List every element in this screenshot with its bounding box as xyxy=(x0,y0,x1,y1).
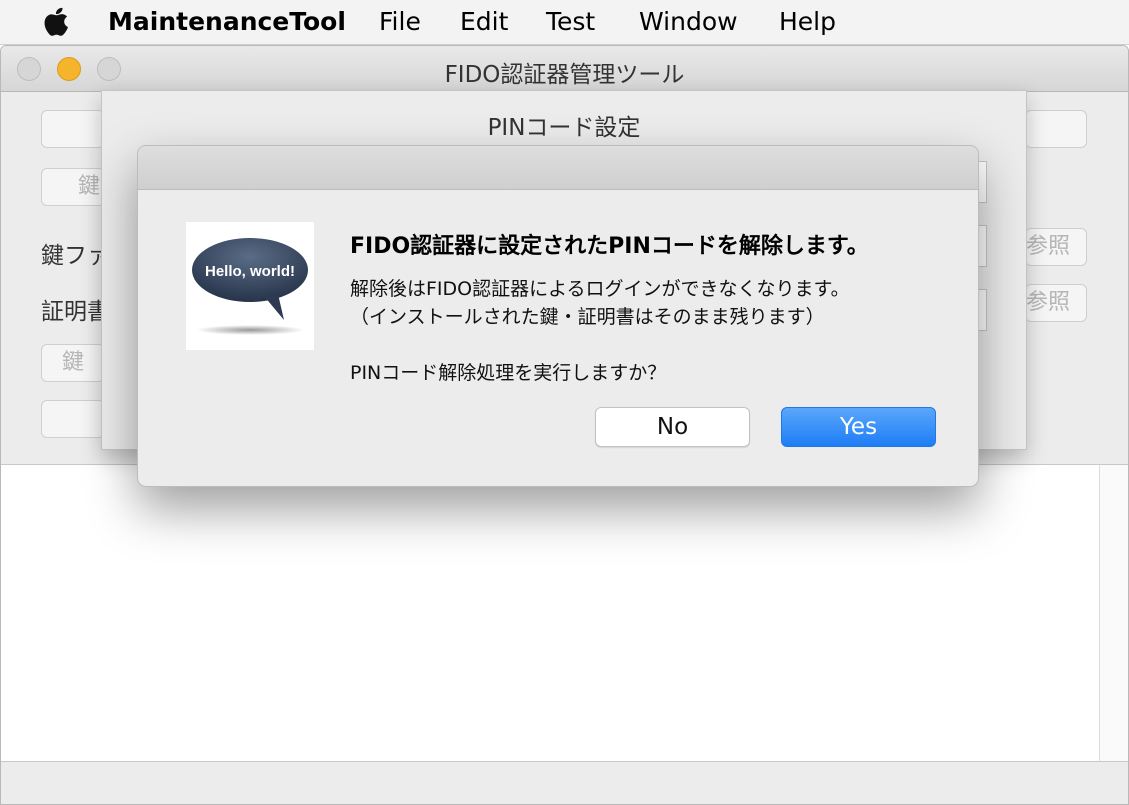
log-text-area[interactable] xyxy=(1,464,1099,762)
alert-heading: FIDO認証器に設定されたPINコードを解除します。 xyxy=(350,234,869,259)
menu-bar: MaintenanceTool File Edit Test Window He… xyxy=(0,0,1129,45)
alert-message-line-2: （インストールされた鍵・証明書はそのまま残ります） xyxy=(350,306,825,328)
menu-window[interactable]: Window xyxy=(639,6,738,38)
background-button-1[interactable] xyxy=(41,110,105,148)
menu-edit[interactable]: Edit xyxy=(460,6,508,38)
bubble-text: Hello, world! xyxy=(205,263,295,280)
menu-file[interactable]: File xyxy=(379,6,421,38)
alert-message-line-1: 解除後はFIDO認証器によるログインができなくなります。 xyxy=(350,278,850,300)
background-key-button-2-label: 鍵 xyxy=(61,350,84,375)
sheet-title: PINコード設定 xyxy=(487,115,641,141)
hello-world-bubble-icon: Hello, world! xyxy=(186,222,314,350)
alert-question: PINコード解除処理を実行しますか？ xyxy=(350,362,667,384)
browse-cert-button-label: 参照 xyxy=(1026,290,1071,315)
background-key-button-2[interactable]: 鍵 xyxy=(41,344,105,382)
background-button-right-1[interactable] xyxy=(1025,110,1087,148)
menu-test[interactable]: Test xyxy=(546,6,595,38)
window-titlebar: FIDO認証器管理ツール xyxy=(1,46,1128,92)
log-scrollbar[interactable] xyxy=(1099,464,1128,762)
window-title: FIDO認証器管理ツール xyxy=(444,62,685,88)
browse-cert-button[interactable]: 参照 xyxy=(1025,284,1087,322)
certificate-label: 証明書 xyxy=(41,299,110,325)
background-key-button-label: 鍵 xyxy=(77,174,100,199)
background-key-button[interactable]: 鍵 xyxy=(41,168,105,206)
background-button-4[interactable] xyxy=(41,400,105,438)
menu-app-name[interactable]: MaintenanceTool xyxy=(108,6,346,38)
apple-icon[interactable] xyxy=(42,6,72,38)
alert-title-bar xyxy=(138,146,978,190)
browse-key-button[interactable]: 参照 xyxy=(1025,228,1087,266)
key-file-label: 鍵ファ xyxy=(41,243,110,269)
browse-key-button-label: 参照 xyxy=(1026,234,1071,259)
confirm-alert-dialog: Hello, world! FIDO認証器に設定されたPINコードを解除します。… xyxy=(137,145,979,487)
status-bar xyxy=(1,761,1128,804)
no-button[interactable]: No xyxy=(595,407,750,447)
menu-help[interactable]: Help xyxy=(779,6,836,38)
yes-button[interactable]: Yes xyxy=(781,407,936,447)
